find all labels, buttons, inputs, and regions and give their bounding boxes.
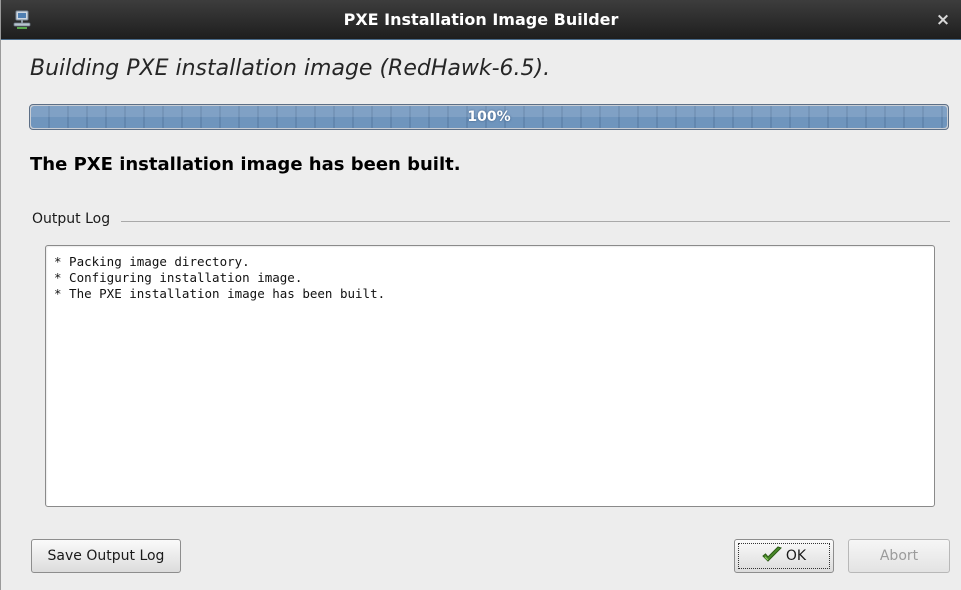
save-output-log-button[interactable]: Save Output Log xyxy=(31,539,181,573)
title-bar[interactable]: PXE Installation Image Builder × xyxy=(1,0,961,40)
close-icon[interactable]: × xyxy=(933,0,953,39)
log-line: * Packing image directory. xyxy=(54,254,250,269)
log-group-divider xyxy=(121,221,950,222)
output-log-label: Output Log xyxy=(32,211,115,227)
pxe-builder-dialog: PXE Installation Image Builder × Buildin… xyxy=(0,0,961,590)
output-log-textarea[interactable]: * Packing image directory. * Configuring… xyxy=(45,245,935,507)
save-output-log-label: Save Output Log xyxy=(47,548,165,564)
ok-button[interactable]: OK xyxy=(734,539,834,573)
page-heading: Building PXE installation image (RedHawk… xyxy=(30,56,551,81)
status-message: The PXE installation image has been buil… xyxy=(30,154,461,175)
log-line: * The PXE installation image has been bu… xyxy=(54,286,386,301)
ok-label: OK xyxy=(785,548,807,564)
checkmark-icon xyxy=(762,546,782,562)
log-line: * Configuring installation image. xyxy=(54,270,303,285)
abort-button[interactable]: Abort xyxy=(848,539,950,573)
progress-bar: 100% xyxy=(29,104,949,130)
abort-label: Abort xyxy=(879,548,919,564)
progress-percent: 100% xyxy=(467,109,511,125)
window-title: PXE Installation Image Builder xyxy=(343,10,619,29)
